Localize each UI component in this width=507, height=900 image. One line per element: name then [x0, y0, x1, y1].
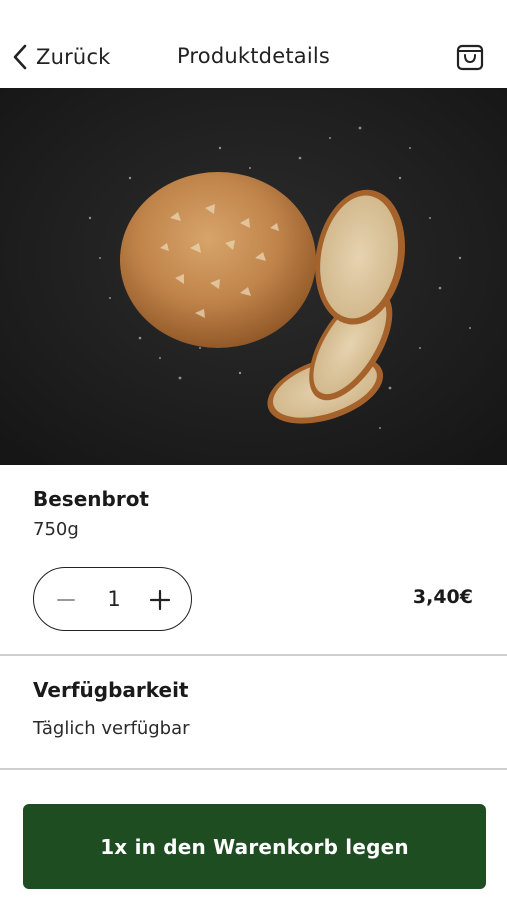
- divider: [0, 654, 507, 656]
- product-image: [0, 88, 507, 465]
- top-bar: Zurück Produktdetails: [0, 0, 507, 88]
- quantity-stepper: 1: [33, 567, 192, 631]
- product-name: Besenbrot: [33, 487, 149, 511]
- plus-icon[interactable]: [144, 584, 176, 616]
- divider: [0, 768, 507, 770]
- quantity-value: 1: [107, 587, 121, 611]
- product-detail-screen: Zurück Produktdetails Besenbrot 750g 1 3…: [0, 0, 507, 900]
- product-weight: 750g: [33, 519, 79, 540]
- product-info: Besenbrot 750g 1 3,40€: [0, 465, 507, 655]
- availability-text: Täglich verfügbar: [33, 718, 190, 739]
- add-to-cart-button[interactable]: 1x in den Warenkorb legen: [23, 804, 486, 889]
- product-price: 3,40€: [412, 586, 473, 608]
- page-title: Produktdetails: [176, 44, 331, 68]
- shopping-bag-icon[interactable]: [455, 40, 485, 72]
- add-to-cart-label: 1x in den Warenkorb legen: [100, 834, 409, 859]
- minus-icon[interactable]: [50, 584, 82, 616]
- bread-photo: [0, 88, 507, 465]
- availability-title: Verfügbarkeit: [33, 678, 189, 702]
